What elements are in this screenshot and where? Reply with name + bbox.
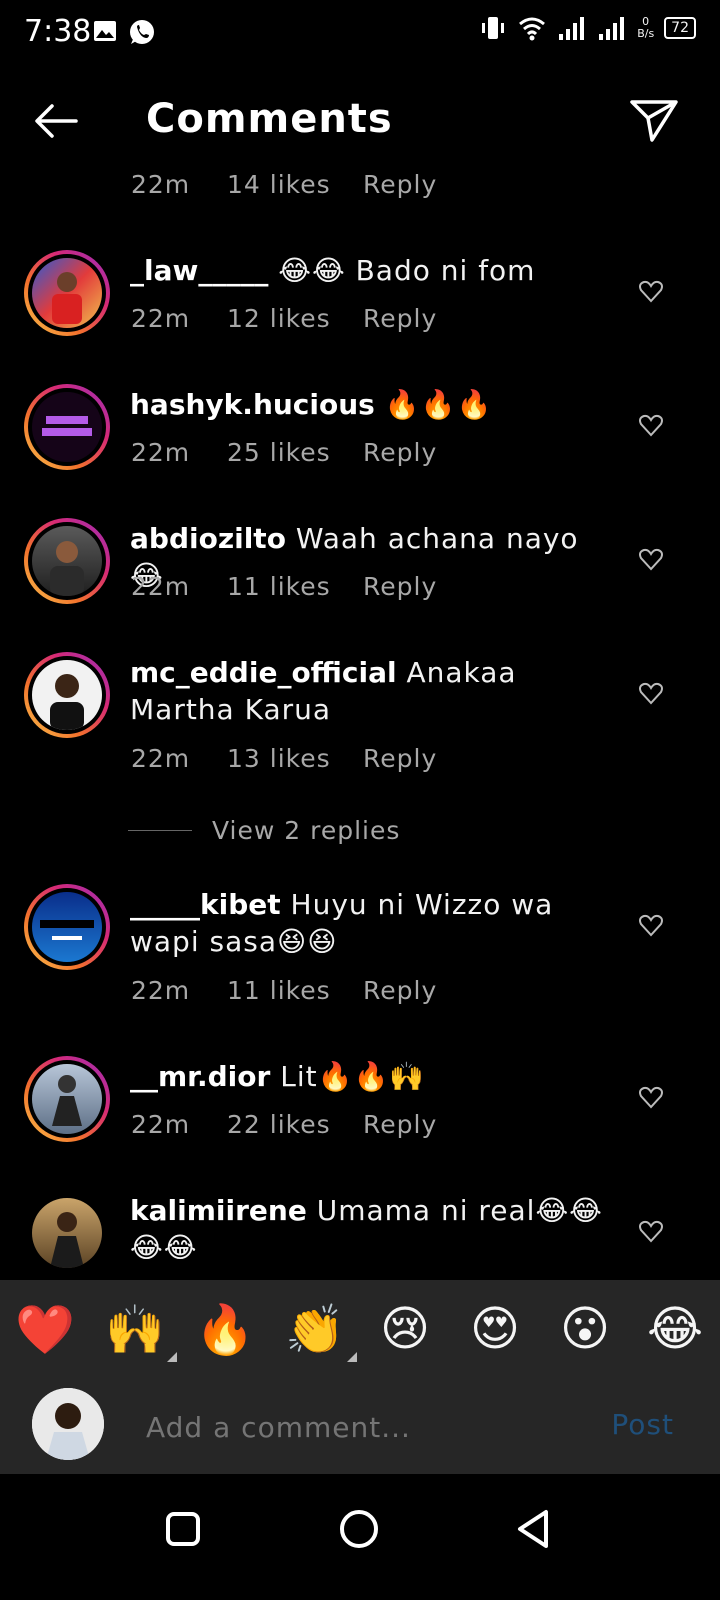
home-icon[interactable] (334, 1504, 384, 1554)
battery-indicator: 72 (664, 17, 696, 39)
page-title: Comments (146, 96, 393, 142)
reply-button[interactable]: Reply (363, 1110, 437, 1139)
back-nav-icon[interactable] (510, 1504, 560, 1554)
comment-text: 🔥🔥🔥 (374, 388, 493, 421)
status-time: 7:38 (24, 14, 92, 49)
reaction-surprised[interactable]: 😮 (555, 1301, 615, 1357)
avatar[interactable] (24, 652, 110, 738)
skin-tone-indicator (167, 1351, 177, 1362)
reply-button[interactable]: Reply (363, 976, 437, 1005)
reaction-heart[interactable]: ❤️ (15, 1301, 75, 1358)
recents-icon[interactable] (158, 1504, 208, 1554)
heart-icon[interactable] (638, 1218, 664, 1244)
comment-username[interactable]: abdiozilto (130, 522, 286, 555)
comment-meta: 22m 12 likes Reply (131, 304, 438, 333)
status-bar: 7:38 0 B/s 72 (0, 0, 720, 64)
comment-meta: 22m 25 likes Reply (131, 438, 438, 467)
heart-icon[interactable] (638, 278, 664, 304)
reaction-fire[interactable]: 🔥 (195, 1301, 255, 1358)
avatar[interactable] (24, 384, 110, 470)
heart-icon[interactable] (638, 412, 664, 438)
comment-meta: 22m 11 likes Reply (131, 976, 438, 1005)
avatar[interactable] (24, 1056, 110, 1142)
likes-count[interactable]: 13 likes (227, 744, 363, 773)
gallery-icon (94, 21, 116, 41)
comment-meta: 22m 14 likes Reply (131, 170, 438, 199)
comment-username[interactable]: hashyk.hucious (130, 388, 375, 421)
wifi-icon (519, 17, 546, 41)
comment-username[interactable]: mc_eddie_official (130, 656, 397, 689)
reply-button[interactable]: Reply (363, 304, 437, 333)
vibrate-icon (482, 17, 505, 39)
comment-username[interactable]: _law_____ (130, 254, 268, 287)
likes-count[interactable]: 11 likes (227, 572, 363, 601)
likes-count[interactable]: 11 likes (227, 976, 363, 1005)
comment-username[interactable]: __mr.dior (130, 1060, 270, 1093)
likes-count[interactable]: 22 likes (227, 1110, 363, 1139)
send-icon[interactable] (628, 94, 680, 146)
comment-composer: Post (0, 1378, 720, 1474)
reaction-raised-hands[interactable]: 🙌 (105, 1301, 177, 1362)
comment-input[interactable] (144, 1406, 568, 1448)
comment-meta: 22m 13 likes Reply (131, 744, 438, 773)
heart-icon[interactable] (638, 546, 664, 572)
header: Comments (0, 64, 720, 174)
reaction-heart-eyes[interactable]: 😍 (465, 1301, 525, 1357)
likes-count[interactable]: 25 likes (227, 438, 363, 467)
heart-icon[interactable] (638, 1084, 664, 1110)
comment-text: Lit🔥🔥🙌 (270, 1060, 426, 1093)
current-user-avatar (32, 1388, 104, 1460)
heart-icon[interactable] (638, 912, 664, 938)
avatar[interactable] (24, 1190, 110, 1276)
reply-button[interactable]: Reply (363, 744, 437, 773)
reaction-clap[interactable]: 👏 (285, 1301, 357, 1362)
system-nav-bar (0, 1474, 720, 1600)
whatsapp-icon (130, 20, 154, 44)
quick-reactions-bar: ❤️ 🙌 🔥 👏 😢 😍 😮 😂 (0, 1280, 720, 1378)
avatar[interactable] (24, 250, 110, 336)
likes-count[interactable]: 12 likes (227, 304, 363, 333)
reaction-laughing[interactable]: 😂 (645, 1301, 705, 1357)
likes-count[interactable]: 14 likes (227, 170, 363, 199)
reply-button[interactable]: Reply (363, 170, 437, 199)
net-speed: 0 B/s (637, 15, 655, 40)
comment-meta: 22m 22 likes Reply (131, 1110, 438, 1139)
signal-icon-2 (599, 17, 625, 40)
view-replies-button[interactable]: View 2 replies (128, 816, 400, 845)
avatar[interactable] (24, 518, 110, 604)
skin-tone-indicator (347, 1351, 357, 1362)
comment-text: 😂😂 Bado ni fom (268, 254, 536, 287)
signal-icon (559, 17, 585, 40)
back-arrow-icon[interactable] (30, 94, 84, 148)
reply-button[interactable]: Reply (363, 572, 437, 601)
avatar[interactable] (24, 884, 110, 970)
reply-button[interactable]: Reply (363, 438, 437, 467)
comment-username[interactable]: kalimiirene (130, 1194, 307, 1227)
post-button[interactable]: Post (611, 1408, 674, 1441)
comment-list[interactable]: 22m 14 likes Reply _law_____ 😂😂 Bado ni … (0, 168, 720, 1304)
heart-icon[interactable] (638, 680, 664, 706)
reaction-crying[interactable]: 😢 (375, 1301, 435, 1357)
comment-username[interactable]: _____kibet (130, 888, 281, 921)
comment-meta: 22m 11 likes Reply (131, 572, 438, 601)
